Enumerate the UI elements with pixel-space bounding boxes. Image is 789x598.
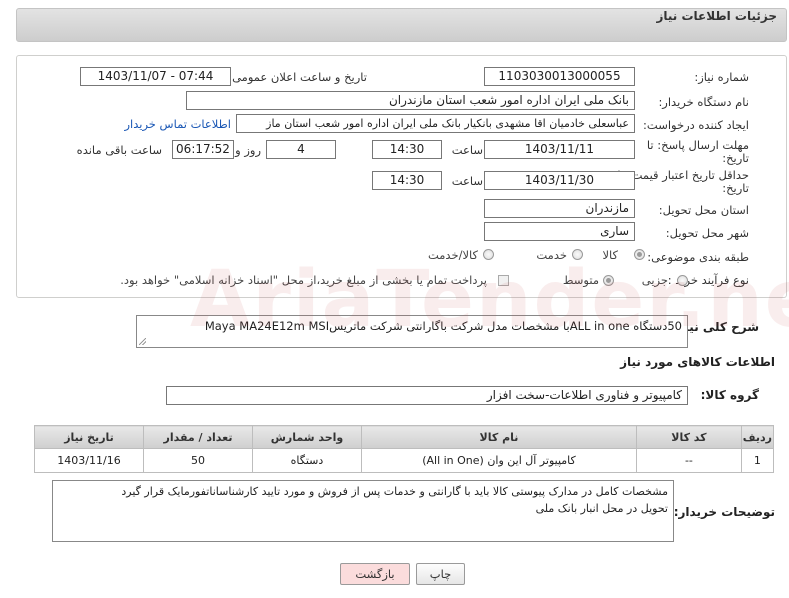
- validity-time-label: ساعت: [451, 174, 483, 188]
- days-label: روز و: [235, 143, 261, 157]
- cell-quantity: 50: [143, 448, 253, 473]
- deadline-time-field: 14:30: [372, 140, 442, 159]
- cell-row-number: 1: [740, 448, 775, 473]
- validity-date-field: 1403/11/30: [484, 171, 635, 190]
- goods-section-title: اطلاعات کالاهای مورد نیاز: [620, 355, 775, 369]
- col-row-number: ردیف: [740, 425, 775, 449]
- buyer-notes-line-2: تحویل در محل انبار بانک ملی: [535, 502, 668, 515]
- buyer-notes-label: توضیحات خریدار:: [673, 505, 775, 519]
- page-title: جزئیات اطلاعات نیاز: [656, 9, 777, 23]
- requester-field: عباسعلی خادمیان اقا مشهدی بانکیار بانک م…: [236, 114, 635, 133]
- buyer-contact-link[interactable]: اطلاعات تماس خریدار: [124, 117, 231, 131]
- need-number-label: شماره نیاز:: [694, 70, 749, 84]
- province-label: استان محل تحویل:: [658, 203, 749, 217]
- remaining-time-field: 06:17:52: [172, 140, 234, 159]
- goods-table: ردیف کد کالا نام کالا واحد شمارش تعداد /…: [33, 425, 775, 473]
- goods-group-field: کامپیوتر و فناوری اطلاعات-سخت افزار: [166, 386, 688, 405]
- announce-field: 1403/11/07 - 07:44: [80, 67, 231, 86]
- resize-grip-icon[interactable]: [139, 338, 146, 345]
- table-row: 1 -- کامپیوتر آل این وان (All in One) دس…: [33, 448, 775, 473]
- buyer-label: نام دستگاه خریدار:: [658, 95, 749, 109]
- watermark-logo: AriaTender.net: [190, 255, 789, 345]
- buyer-notes-line-1: مشخصات کامل در مدارک پیوستی کالا باید با…: [121, 485, 668, 498]
- province-field: مازندران: [484, 199, 635, 218]
- goods-group-label: گروه کالا:: [700, 388, 759, 402]
- col-quantity: تعداد / مقدار: [143, 425, 253, 449]
- col-item-name: نام کالا: [360, 425, 638, 449]
- col-unit: واحد شمارش: [251, 425, 362, 449]
- deadline-date-field: 1403/11/11: [484, 140, 635, 159]
- days-remaining-field: 4: [266, 140, 336, 159]
- requester-label: ایجاد کننده درخواست:: [643, 118, 749, 132]
- back-button[interactable]: بازگشت: [340, 563, 410, 585]
- validity-label: حداقل تاریخ اعتبار قیمت: تا: [617, 168, 749, 182]
- cell-item-name: کامپیوتر آل این وان (All in One): [360, 448, 638, 473]
- cell-item-code: --: [636, 448, 742, 473]
- city-field: ساری: [484, 222, 635, 241]
- col-need-date: تاریخ نیاز: [33, 425, 145, 449]
- buyer-field: بانک ملی ایران اداره امور شعب استان مازن…: [186, 91, 635, 110]
- validity-label-date: تاریخ:: [722, 181, 749, 195]
- cell-need-date: 1403/11/16: [33, 448, 145, 473]
- col-item-code: کد کالا: [636, 425, 742, 449]
- deadline-time-label: ساعت: [451, 143, 483, 157]
- deadline-label: مهلت ارسال پاسخ: تا: [646, 138, 749, 152]
- print-button[interactable]: چاپ: [416, 563, 465, 585]
- validity-time-field: 14:30: [372, 171, 442, 190]
- announce-label: تاریخ و ساعت اعلان عمومی:: [228, 70, 367, 84]
- remaining-label: ساعت باقی مانده: [76, 143, 162, 157]
- buyer-notes-textarea[interactable]: مشخصات کامل در مدارک پیوستی کالا باید با…: [52, 480, 674, 542]
- deadline-label-date: تاریخ:: [722, 151, 749, 165]
- cell-unit: دستگاه: [251, 448, 362, 473]
- need-number-field: 1103030013000055: [484, 67, 635, 86]
- city-label: شهر محل تحویل:: [665, 226, 749, 240]
- goods-table-header-row: ردیف کد کالا نام کالا واحد شمارش تعداد /…: [33, 425, 775, 449]
